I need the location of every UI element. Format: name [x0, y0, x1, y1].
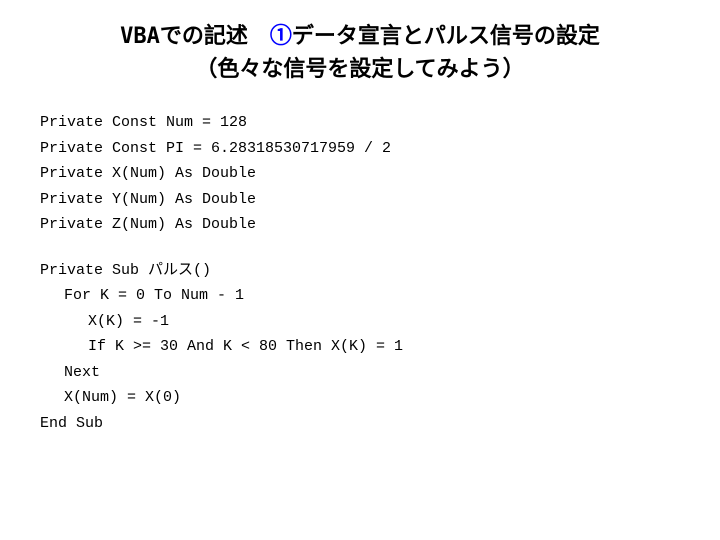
- sub-start: Private Sub パルス(): [40, 258, 690, 284]
- decl-line-2: Private Const PI = 6.28318530717959 / 2: [40, 136, 690, 162]
- if-line: If K >= 30 And K < 80 Then X(K) = 1: [40, 334, 690, 360]
- declarations-block: Private Const Num = 128 Private Const PI…: [40, 110, 690, 238]
- code-section: Private Const Num = 128 Private Const PI…: [30, 110, 690, 436]
- decl-line-5: Private Z(Num) As Double: [40, 212, 690, 238]
- sub-block: Private Sub パルス() For K = 0 To Num - 1 X…: [40, 258, 690, 437]
- x-num-line: X(Num) = X(0): [40, 385, 690, 411]
- title-line2: （色々な信号を設定してみよう）: [30, 53, 690, 86]
- for-start: For K = 0 To Num - 1: [40, 283, 690, 309]
- x-assign: X(K) = -1: [40, 309, 690, 335]
- title-line1: VBAでの記述 ①データ宣言とパルス信号の設定: [30, 20, 690, 53]
- page-container: VBAでの記述 ①データ宣言とパルス信号の設定 （色々な信号を設定してみよう） …: [0, 0, 720, 540]
- decl-line-1: Private Const Num = 128: [40, 110, 690, 136]
- decl-line-3: Private X(Num) As Double: [40, 161, 690, 187]
- title-section: VBAでの記述 ①データ宣言とパルス信号の設定 （色々な信号を設定してみよう）: [30, 20, 690, 86]
- decl-line-4: Private Y(Num) As Double: [40, 187, 690, 213]
- end-sub: End Sub: [40, 411, 690, 437]
- next-line: Next: [40, 360, 690, 386]
